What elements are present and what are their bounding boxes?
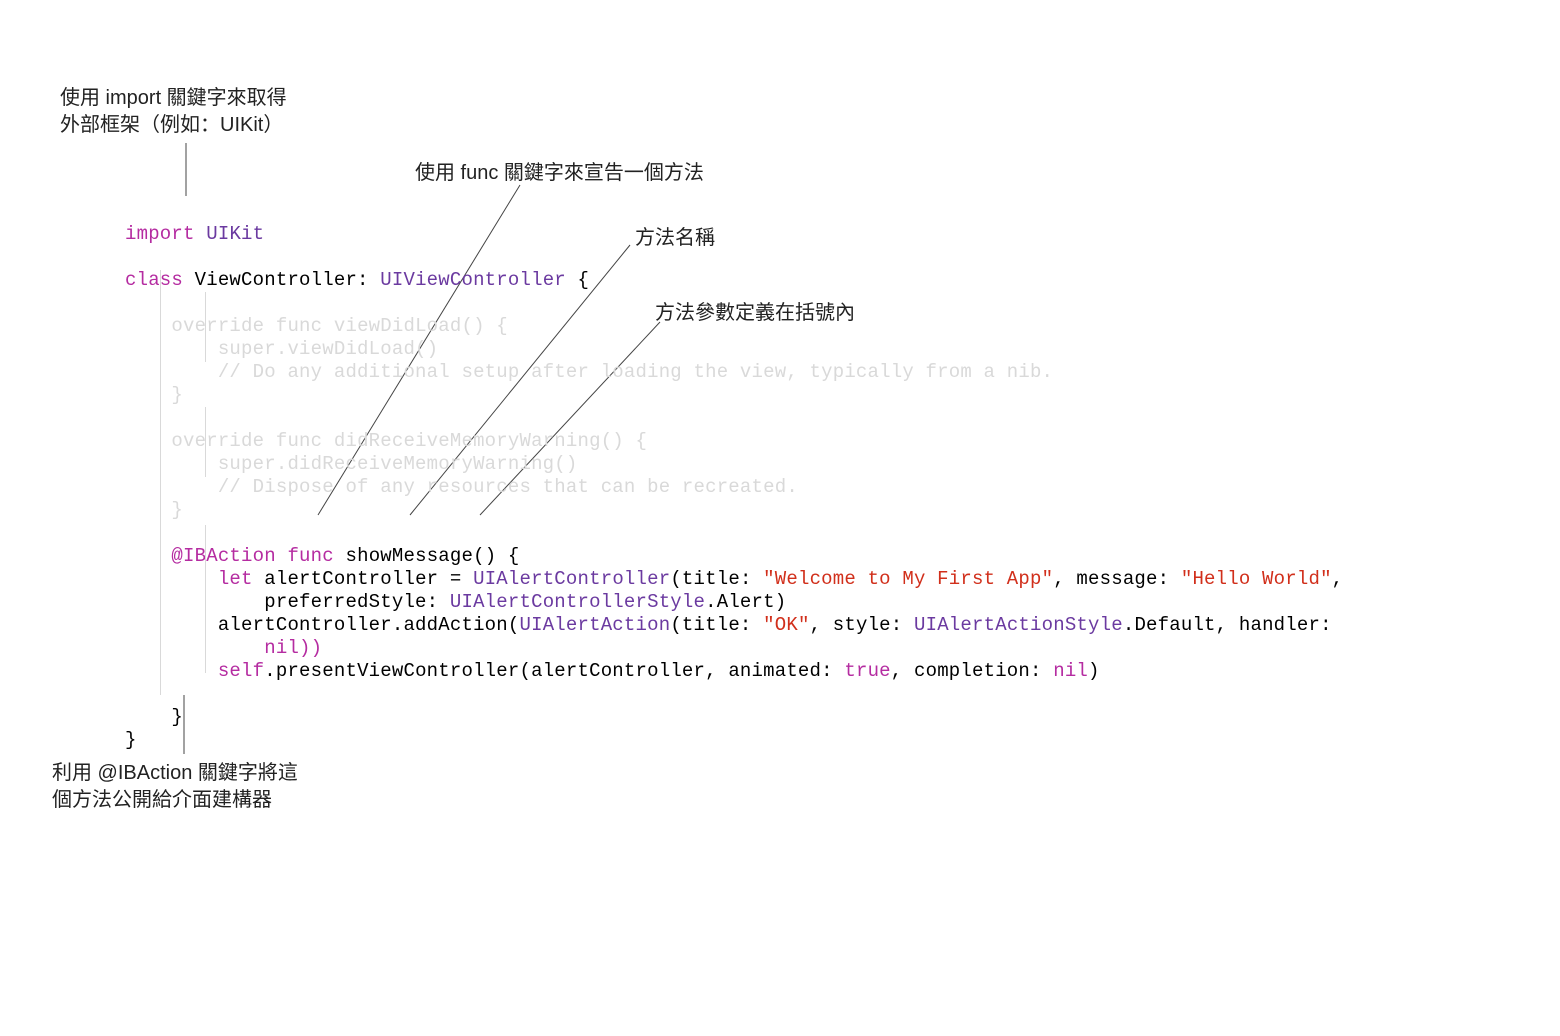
kw-true: true bbox=[844, 660, 890, 682]
brace-close-class: } bbox=[125, 729, 137, 751]
code-line-rbrace1: } bbox=[125, 384, 183, 406]
code-line-class: class ViewController: UIViewController { bbox=[125, 269, 589, 291]
code-line-comment2: // Dispose of any resources that can be … bbox=[125, 476, 798, 498]
scope-bar-class bbox=[160, 270, 161, 695]
faded-didreceive: didReceiveMemoryWarning() { bbox=[334, 430, 647, 452]
param-prefstyle: preferredStyle: bbox=[264, 591, 438, 613]
code-line-prefstyle: preferredStyle: UIAlertControllerStyle.A… bbox=[125, 591, 786, 613]
annotation-func: 使用 func 關鍵字來宣告一個方法 bbox=[415, 160, 704, 187]
faded-super-vdl: super.viewDidLoad() bbox=[218, 338, 438, 360]
annotation-ibaction: 利用 @IBAction 關鍵字將這 個方法公開給介面建構器 bbox=[52, 760, 298, 814]
type-uialertactionstyle: UIAlertActionStyle bbox=[914, 614, 1123, 636]
code-block: import UIKit class ViewController: UIVie… bbox=[125, 200, 1343, 752]
kw-nil-1: nil)) bbox=[264, 637, 322, 659]
faded-viewdidload: viewDidLoad() { bbox=[334, 315, 508, 337]
type-uikit: UIKit bbox=[206, 223, 264, 245]
code-line-let: let alertController = UIAlertController(… bbox=[125, 568, 1343, 590]
faded-super-drm: super.didReceiveMemoryWarning() bbox=[218, 453, 578, 475]
ident-alertcontroller: alertController = bbox=[264, 568, 461, 590]
annotation-ibaction-line1: 利用 @IBAction 關鍵字將這 bbox=[52, 760, 298, 787]
str-ok: "OK" bbox=[763, 614, 809, 636]
code-line-super-drm: super.didReceiveMemoryWarning() bbox=[125, 453, 578, 475]
call-addaction: alertController.addAction( bbox=[218, 614, 520, 636]
kw-self: self bbox=[218, 660, 264, 682]
scope-bar-drm bbox=[205, 407, 206, 477]
annotation-import-line1: 使用 import 關鍵字來取得 bbox=[60, 85, 287, 112]
code-line-rbrace2: } bbox=[125, 499, 183, 521]
faded-comment-1: // Do any additional setup after loading… bbox=[218, 361, 1053, 383]
param-completion: , completion: bbox=[891, 660, 1042, 682]
kw-ibaction: @IBAction bbox=[171, 545, 275, 567]
param-style: , style: bbox=[810, 614, 903, 636]
ident-showmessage: showMessage() { bbox=[345, 545, 519, 567]
call-present: .presentViewController(alertController, … bbox=[264, 660, 833, 682]
kw-let: let bbox=[218, 568, 253, 590]
brace-open-class: { bbox=[578, 269, 590, 291]
str-welcome: "Welcome to My First App" bbox=[763, 568, 1053, 590]
faded-rbrace-1: } bbox=[171, 384, 183, 406]
type-uialertcontrollerstyle: UIAlertControllerStyle bbox=[450, 591, 705, 613]
faded-override-2: override func bbox=[171, 430, 322, 452]
code-line-addaction: alertController.addAction(UIAlertAction(… bbox=[125, 614, 1332, 636]
comma-1: , bbox=[1332, 568, 1344, 590]
code-line-present: self.presentViewController(alertControll… bbox=[125, 660, 1100, 682]
code-line-rbrace3: } bbox=[125, 706, 183, 728]
dot-alert: .Alert) bbox=[705, 591, 786, 613]
scope-bar-showmessage bbox=[205, 525, 206, 673]
code-line-ibaction: @IBAction func showMessage() { bbox=[125, 545, 520, 567]
param-title2: (title: bbox=[670, 614, 751, 636]
faded-rbrace-2: } bbox=[171, 499, 183, 521]
kw-class: class bbox=[125, 269, 183, 291]
kw-import: import bbox=[125, 223, 195, 245]
faded-override-1: override func bbox=[171, 315, 322, 337]
annotation-ibaction-line2: 個方法公開給介面建構器 bbox=[52, 787, 298, 814]
str-hello: "Hello World" bbox=[1181, 568, 1332, 590]
code-line-nilclose: nil)) bbox=[125, 637, 322, 659]
type-uiviewcontroller: UIViewController bbox=[380, 269, 566, 291]
code-line-comment1: // Do any additional setup after loading… bbox=[125, 361, 1053, 383]
kw-nil-2: nil bbox=[1053, 660, 1088, 682]
ident-viewcontroller: ViewController: bbox=[195, 269, 369, 291]
dot-default: .Default, handler: bbox=[1123, 614, 1332, 636]
type-uialertcontroller: UIAlertController bbox=[473, 568, 670, 590]
code-line-rbrace4: } bbox=[125, 729, 137, 751]
annotation-import-line2: 外部框架（例如：UIKit） bbox=[60, 112, 287, 139]
faded-comment-2: // Dispose of any resources that can be … bbox=[218, 476, 798, 498]
param-title1: (title: bbox=[670, 568, 751, 590]
close-paren: ) bbox=[1088, 660, 1100, 682]
kw-func: func bbox=[287, 545, 333, 567]
scope-bar-vdl bbox=[205, 292, 206, 362]
brace-close-func: } bbox=[171, 706, 183, 728]
code-line-override-vdl: override func viewDidLoad() { bbox=[125, 315, 508, 337]
code-line-override-drm: override func didReceiveMemoryWarning() … bbox=[125, 430, 647, 452]
param-message: , message: bbox=[1053, 568, 1169, 590]
type-uialertaction: UIAlertAction bbox=[519, 614, 670, 636]
code-line-import: import UIKit bbox=[125, 223, 264, 245]
annotation-import: 使用 import 關鍵字來取得 外部框架（例如：UIKit） bbox=[60, 85, 287, 139]
code-line-super-vdl: super.viewDidLoad() bbox=[125, 338, 438, 360]
